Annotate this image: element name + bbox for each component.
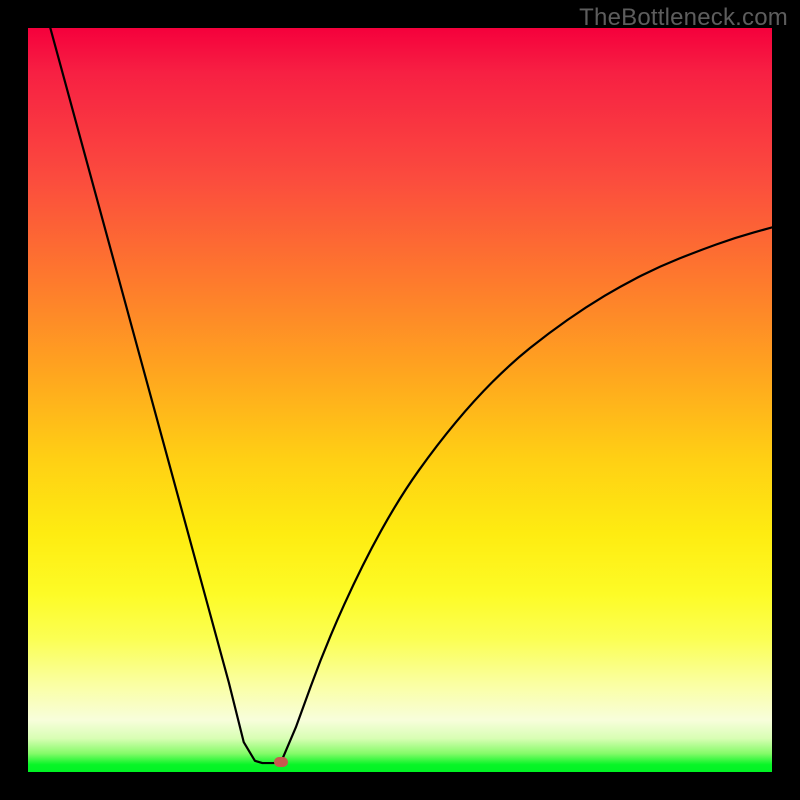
plot-area: [28, 28, 772, 772]
chart-frame: TheBottleneck.com: [0, 0, 800, 800]
watermark-text: TheBottleneck.com: [579, 4, 788, 32]
minimum-marker: [274, 757, 288, 767]
bottleneck-curve: [28, 28, 772, 772]
curve-path: [50, 28, 772, 763]
